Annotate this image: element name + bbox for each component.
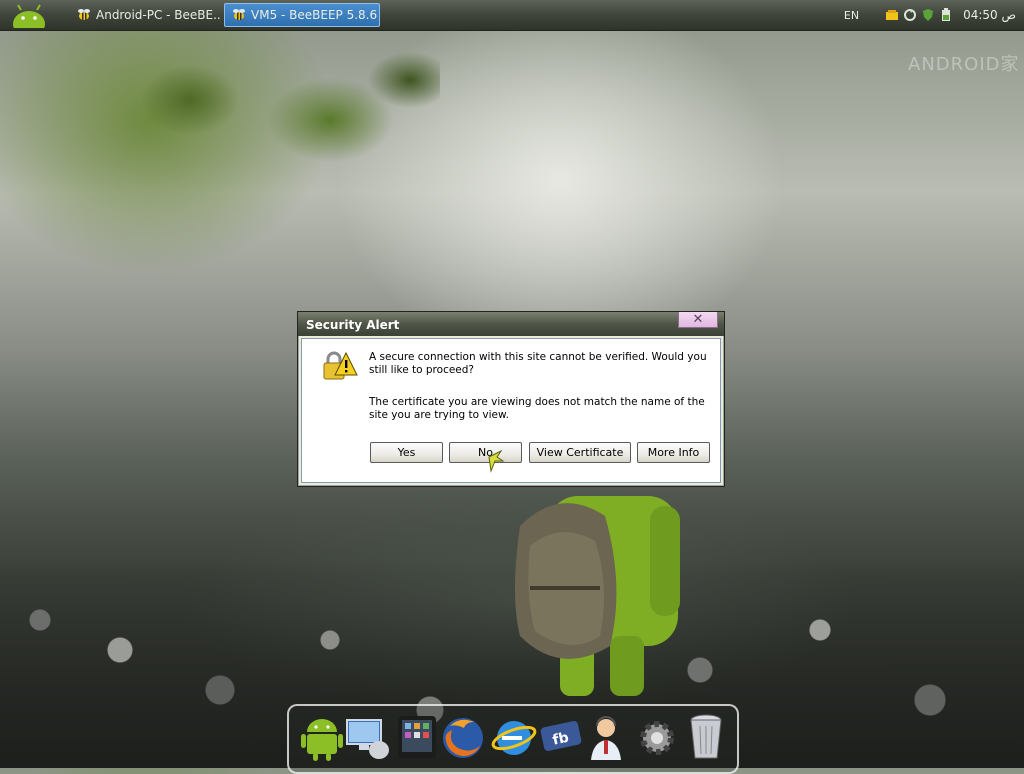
watermark-text: ANDROID家	[908, 54, 1020, 75]
security-lock-warning-icon	[323, 351, 358, 380]
close-icon: ✕	[692, 311, 704, 327]
internet-explorer-icon[interactable]	[491, 710, 537, 762]
language-indicator[interactable]: EN	[844, 9, 859, 22]
svg-text:fb: fb	[551, 730, 570, 749]
dialog-body: A secure connection with this site canno…	[301, 338, 721, 483]
wallpaper-foliage	[110, 40, 440, 200]
support-agent-icon[interactable]	[583, 710, 629, 762]
network-icon[interactable]	[885, 8, 899, 22]
firefox-icon[interactable]	[440, 710, 486, 762]
taskbar-item-android-pc[interactable]: Android-PC - BeeBE...	[70, 3, 220, 27]
taskbar-item-label: VM5 - BeeBEEP 5.8.6	[251, 8, 378, 22]
close-button[interactable]: ✕	[678, 312, 718, 328]
battery-icon[interactable]	[939, 8, 953, 22]
top-taskbar: Android-PC - BeeBE... VM5 - BeeBEEP 5.8.…	[0, 0, 1024, 31]
update-icon[interactable]	[903, 8, 917, 22]
trash-can-icon[interactable]	[683, 710, 729, 762]
dialog-title: Security Alert	[306, 318, 400, 332]
system-tray: EN 04:50 ص	[844, 0, 1024, 30]
dialog-message-secondary: The certificate you are viewing does not…	[369, 396, 705, 421]
bee-icon	[231, 8, 247, 22]
android-icon[interactable]	[299, 710, 345, 762]
dialog-titlebar[interactable]: Security Alert ✕	[298, 312, 724, 336]
yes-button[interactable]: Yes	[370, 442, 443, 463]
android-start-icon[interactable]	[10, 2, 48, 28]
clock[interactable]: 04:50 ص	[963, 8, 1016, 22]
bee-icon	[76, 8, 92, 22]
dialog-message-primary: A secure connection with this site canno…	[369, 351, 707, 376]
view-certificate-button[interactable]: View Certificate	[529, 442, 631, 463]
taskbar-item-vm5[interactable]: VM5 - BeeBEEP 5.8.6	[224, 3, 380, 27]
taskbar-item-label: Android-PC - BeeBE...	[96, 8, 220, 22]
antivirus-icon[interactable]	[921, 8, 935, 22]
settings-gear-icon[interactable]	[634, 710, 680, 762]
more-info-button[interactable]: More Info	[637, 442, 710, 463]
android-robot-figure	[515, 496, 680, 696]
no-button[interactable]: No	[449, 442, 522, 463]
mouse-cursor-icon	[488, 449, 505, 473]
computer-icon[interactable]	[345, 710, 391, 762]
tablet-icon[interactable]	[394, 710, 440, 762]
facebook-icon[interactable]: fb	[538, 710, 584, 762]
security-alert-dialog: Security Alert ✕ A secure connection wit…	[297, 311, 725, 487]
